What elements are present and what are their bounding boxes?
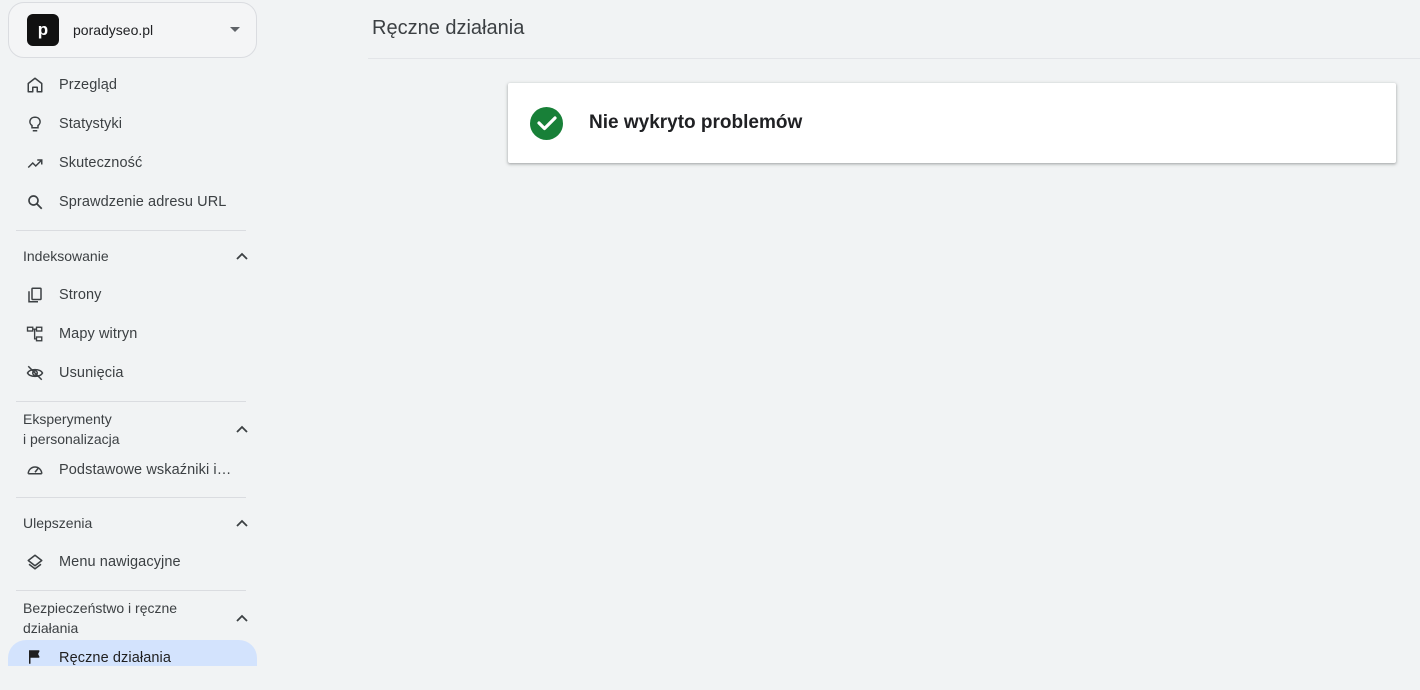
nav-item-usuniecia[interactable]: Usunięcia bbox=[8, 355, 257, 391]
nav-item-statystyki[interactable]: Statystyki bbox=[8, 106, 257, 142]
property-name: poradyseo.pl bbox=[73, 22, 154, 38]
search-icon bbox=[26, 193, 44, 211]
nav-divider bbox=[16, 401, 246, 402]
nav-item-reczne-dzialania[interactable]: Ręczne działania bbox=[8, 640, 257, 666]
nav-item-podstawowe-wskazniki[interactable]: Podstawowe wskaźniki i… bbox=[8, 452, 257, 488]
nav-item-label: Sprawdzenie adresu URL bbox=[59, 194, 227, 210]
lightbulb-icon bbox=[26, 115, 44, 133]
nav-divider bbox=[16, 497, 246, 498]
home-icon bbox=[26, 76, 44, 94]
section-title: Ulepszenia bbox=[23, 515, 93, 531]
nav-item-label: Usunięcia bbox=[59, 365, 124, 381]
nav-item-label: Mapy witryn bbox=[59, 326, 138, 342]
nav-divider bbox=[16, 230, 246, 231]
nav-item-skutecznosc[interactable]: Skuteczność bbox=[8, 145, 257, 181]
nav-item-przeglad[interactable]: Przegląd bbox=[8, 67, 257, 103]
nav-item-label: Skuteczność bbox=[59, 155, 143, 171]
section-title-line2: i personalizacja bbox=[23, 431, 120, 447]
section-header-indeksowanie[interactable]: Indeksowanie bbox=[16, 246, 256, 266]
nav-item-label: Menu nawigacyjne bbox=[59, 554, 181, 570]
section-header-eksperymenty[interactable]: Eksperymenty i personalizacja bbox=[16, 409, 256, 449]
speedometer-icon bbox=[26, 461, 44, 479]
chevron-up-icon bbox=[236, 519, 248, 527]
pages-icon bbox=[26, 286, 44, 304]
property-avatar: p bbox=[27, 14, 59, 46]
sidebar: p poradyseo.pl Przegląd Statystyki Skute… bbox=[0, 0, 262, 690]
header-divider bbox=[368, 58, 1420, 59]
chevron-up-icon bbox=[236, 614, 248, 622]
chevron-up-icon bbox=[236, 252, 248, 260]
status-text: Nie wykryto problemów bbox=[589, 112, 803, 133]
sitemap-icon bbox=[26, 325, 44, 343]
section-title: Bezpieczeństwo i ręczne działania bbox=[23, 598, 177, 638]
section-title-line1: Eksperymenty bbox=[23, 411, 112, 427]
nav-item-label: Podstawowe wskaźniki i… bbox=[59, 462, 232, 478]
status-card: Nie wykryto problemów bbox=[508, 83, 1396, 163]
page-title: Ręczne działania bbox=[372, 17, 525, 39]
dropdown-arrow-icon bbox=[230, 27, 240, 32]
nav-item-menu-nawigacyjne[interactable]: Menu nawigacyjne bbox=[8, 544, 257, 580]
section-header-bezpieczenstwo[interactable]: Bezpieczeństwo i ręczne działania bbox=[16, 598, 256, 638]
nav-item-label: Ręczne działania bbox=[59, 650, 172, 666]
section-title: Eksperymenty i personalizacja bbox=[23, 409, 120, 449]
check-circle-icon bbox=[530, 106, 563, 140]
nav-item-label: Przegląd bbox=[59, 77, 118, 93]
nav-item-mapy-witryn[interactable]: Mapy witryn bbox=[8, 316, 257, 352]
nav-item-label: Statystyki bbox=[59, 116, 123, 132]
chevron-up-icon bbox=[236, 425, 248, 433]
nav-item-strony[interactable]: Strony bbox=[8, 277, 257, 313]
app: p poradyseo.pl Przegląd Statystyki Skute… bbox=[0, 0, 1420, 690]
section-title-line2: działania bbox=[23, 620, 79, 636]
section-header-ulepszenia[interactable]: Ulepszenia bbox=[16, 513, 256, 533]
eye-off-icon bbox=[26, 364, 44, 382]
nav-divider bbox=[16, 590, 246, 591]
property-selector[interactable]: p poradyseo.pl bbox=[8, 2, 257, 58]
section-title-line1: Bezpieczeństwo i ręczne bbox=[23, 600, 178, 616]
trending-up-icon bbox=[26, 154, 44, 172]
nav-item-sprawdzenie-url[interactable]: Sprawdzenie adresu URL bbox=[8, 184, 257, 220]
flag-icon bbox=[26, 648, 44, 666]
nav-item-label: Strony bbox=[59, 287, 102, 303]
section-title: Indeksowanie bbox=[23, 248, 109, 264]
layers-icon bbox=[26, 553, 44, 571]
